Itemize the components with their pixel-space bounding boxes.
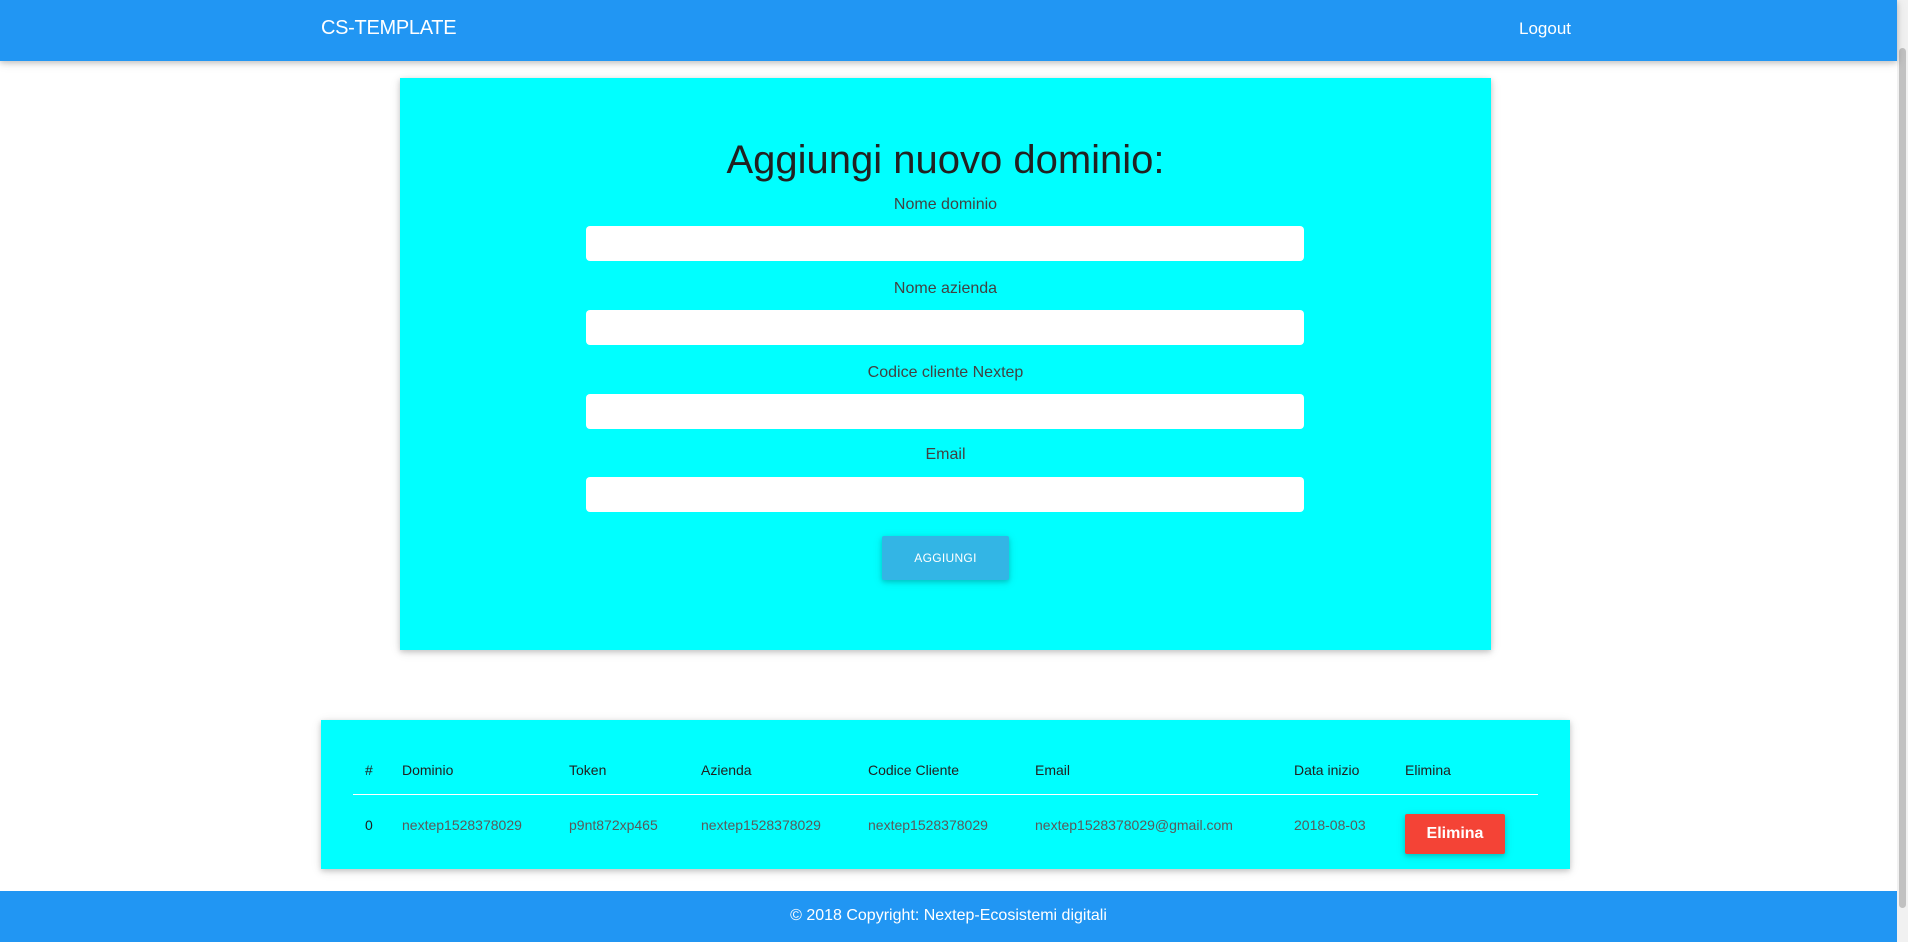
domains-table: # Dominio Token Azienda Codice Cliente E… [321,720,1570,869]
cell-azienda: nextep1528378029 [701,817,821,833]
header-index: # [365,762,373,778]
delete-button[interactable]: Elimina [1405,814,1505,854]
header-token: Token [569,762,607,778]
email-input[interactable] [586,477,1304,512]
client-code-label: Codice cliente Nextep [867,364,1024,381]
company-name-label: Nome azienda [893,280,998,297]
footer-copyright: © 2018 Copyright: Nextep-Ecosistemi digi… [790,907,1107,924]
cell-data-inizio: 2018-08-03 [1294,817,1366,833]
scrollbar-thumb[interactable] [1899,48,1906,908]
header-data-inizio: Data inizio [1294,762,1360,778]
cell-dominio: nextep1528378029 [402,817,522,833]
domain-name-input[interactable] [586,226,1304,261]
add-domain-form: Aggiungi nuovo dominio: Nome dominio Nom… [400,78,1491,650]
header-elimina: Elimina [1405,762,1451,778]
page-scrollbar[interactable] [1897,0,1908,942]
email-label: Email [925,446,966,463]
cell-token: p9nt872xp465 [569,817,658,833]
navbar: CS-TEMPLATE Logout [0,0,1897,61]
header-azienda: Azienda [701,762,752,778]
brand-logo[interactable]: CS-TEMPLATE [321,17,457,40]
client-code-input[interactable] [586,394,1304,429]
footer: © 2018 Copyright: Nextep-Ecosistemi digi… [0,891,1897,942]
form-title: Aggiungi nuovo dominio: [726,138,1165,182]
domain-name-label: Nome dominio [893,196,998,213]
header-codice-cliente: Codice Cliente [868,762,960,778]
header-divider [353,794,1538,795]
logout-link[interactable]: Logout [1519,19,1571,39]
add-button[interactable]: AGGIUNGI [882,536,1009,580]
cell-index: 0 [365,817,373,833]
cell-email: nextep1528378029@gmail.com [1035,817,1233,833]
cell-codice-cliente: nextep1528378029 [868,817,988,833]
company-name-input[interactable] [586,310,1304,345]
header-email: Email [1035,762,1071,778]
header-dominio: Dominio [402,762,454,778]
